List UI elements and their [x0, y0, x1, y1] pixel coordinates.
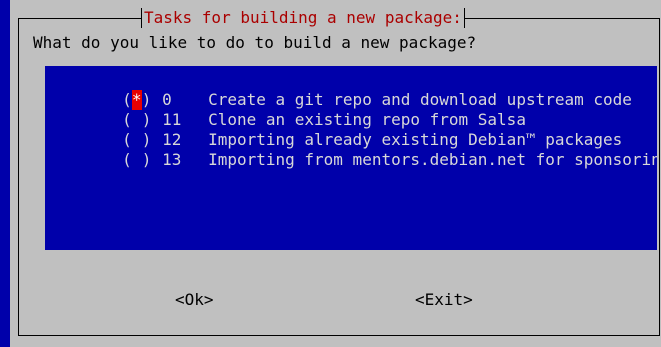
dialog-prompt: What do you like to do to build a new pa…	[33, 33, 477, 52]
ok-button[interactable]: <Ok>	[175, 290, 214, 310]
dialog-title: Tasks for building a new package:	[141, 8, 465, 28]
radio-option-12[interactable]: ( ) 12 Importing already existing Debian™ …	[45, 110, 622, 149]
exit-button[interactable]: <Exit>	[415, 290, 473, 310]
task-dialog: Tasks for building a new package: What d…	[10, 0, 661, 347]
radio-option-0[interactable]: (*) 0 Create a git repo and download upstr…	[45, 70, 632, 110]
radio-mark	[132, 150, 142, 170]
button-bar: <Ok> <Exit>	[10, 290, 661, 310]
option-label: Importing from mentors.debian.net for sp…	[208, 150, 657, 169]
radio-option-13[interactable]: ( ) 13 Importing from mentors.debian.net f…	[45, 130, 657, 169]
option-number: 13	[162, 150, 182, 169]
terminal-screen: Tasks for building a new package: What d…	[0, 0, 661, 347]
task-radio-list[interactable]: (*) 0 Create a git repo and download upstr…	[45, 66, 657, 250]
radio-option-11[interactable]: ( ) 11 Clone an existing repo from Salsa	[45, 90, 526, 129]
radio-button[interactable]: ( )	[122, 150, 162, 170]
